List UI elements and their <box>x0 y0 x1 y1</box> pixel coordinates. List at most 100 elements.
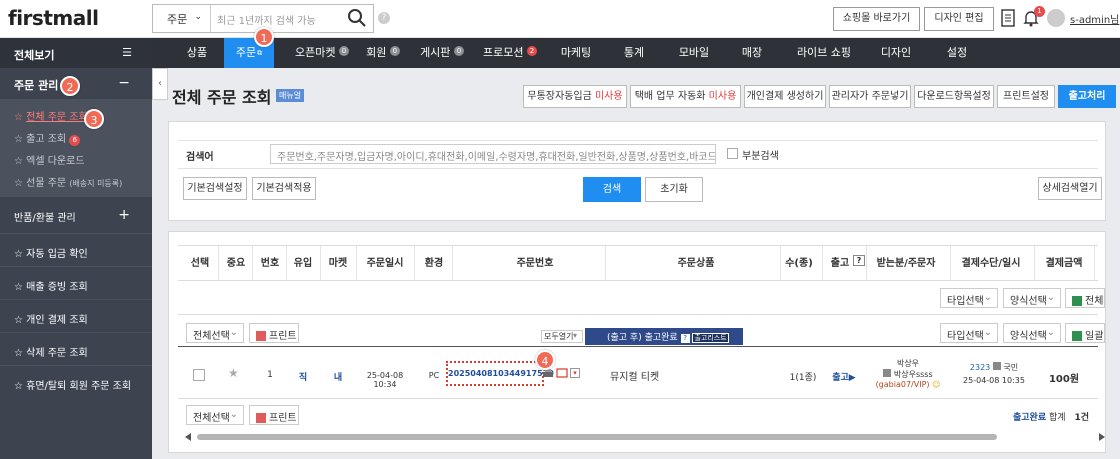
sidebar-item-gift-orders[interactable]: ☆ 선물 주문 (배송지 미등록) <box>0 169 152 191</box>
excel-icon <box>1072 296 1082 306</box>
sidebar-item-all-orders[interactable]: ☆ 전체 주문 조회 <box>0 103 152 125</box>
reset-button[interactable]: 초기화 <box>645 177 703 202</box>
shop-link-button[interactable]: 쇼핑몰 바로가기 <box>833 7 920 31</box>
avatar[interactable] <box>1047 9 1065 27</box>
horizontal-scrollbar[interactable] <box>185 433 1105 441</box>
tab-settings[interactable]: 설정 <box>934 38 980 68</box>
create-personal-pay-button[interactable]: 개인결제 생성하기 <box>744 85 826 108</box>
sidebar-item-shipments[interactable]: ☆ 출고 조회 6 <box>0 125 152 147</box>
auto-deposit-button[interactable]: 무통장자동입금 미사용 <box>523 85 627 108</box>
sidebar-header[interactable]: 전체보기 ☰ <box>0 38 152 68</box>
search-icon[interactable] <box>347 8 367 28</box>
star-icon: ☆ <box>14 348 27 359</box>
step-marker-2: 2 <box>60 76 80 96</box>
tab-board[interactable]: 게시판 0 <box>414 38 470 68</box>
sidebar-item-personal-pay[interactable]: ☆ 개인 결제 조회 <box>0 299 152 332</box>
button-status: 미사용 <box>594 91 623 102</box>
type-select-dropdown[interactable]: 타입선택 ⌄ <box>940 288 998 308</box>
hamburger-icon[interactable]: ☰ <box>122 46 132 59</box>
tab-design[interactable]: 디자인 <box>870 38 922 68</box>
tab-promotion[interactable]: 프로모션 2 <box>478 38 542 68</box>
select-all-dropdown[interactable]: 전체선택 ⌄ <box>186 323 244 343</box>
ship-process-button[interactable]: 출고처리 <box>1058 85 1116 108</box>
col-header-product: 주문상품 <box>677 258 715 269</box>
order-number-link[interactable]: 2025040810344917530 <box>446 361 554 386</box>
open-all-dropdown[interactable]: 모두열기 ▾ <box>541 330 583 343</box>
admin-add-order-button[interactable]: 관리자가 주문넣기 <box>829 85 911 108</box>
sidebar-item-label: 전체 주문 조회 <box>26 112 88 123</box>
sidebar-group-return[interactable]: 반품/환불 관리 + <box>0 197 152 233</box>
payment-method: 국민 <box>1003 363 1019 372</box>
tab-label: 매장 <box>741 46 763 59</box>
type-select-dropdown[interactable]: 타입선택 ⌄ <box>940 323 998 343</box>
tab-label: 마케팅 <box>560 46 592 59</box>
tab-marketing[interactable]: 마케팅 <box>550 38 602 68</box>
search-button[interactable]: 검색 <box>583 177 641 202</box>
help-icon[interactable]: ? <box>680 334 690 343</box>
keyword-input[interactable]: 주문번호,주문자명,입금자명,아이디,휴대전화,이메일,수령자명,휴대전화,일반… <box>270 144 716 164</box>
footer-summary: 출고완료 합계 1건 <box>1013 410 1089 423</box>
print-button[interactable]: 프린트 <box>249 405 299 425</box>
form-select-dropdown[interactable]: 양식선택 ⌄ <box>1003 288 1061 308</box>
help-icon[interactable]: ? <box>853 255 865 266</box>
chevron-down-icon: ⌄ <box>1046 292 1055 303</box>
star-icon[interactable]: ★ <box>228 366 239 380</box>
tab-stats[interactable]: 통계 <box>610 38 658 68</box>
tab-mobile[interactable]: 모바일 <box>670 38 718 68</box>
minus-icon[interactable]: − <box>118 75 130 91</box>
sidebar-item-deleted-orders[interactable]: ☆ 삭제 주문 조회 <box>0 332 152 365</box>
search-type-select[interactable]: 주문 ⌄ <box>153 5 211 32</box>
divider <box>178 346 1098 347</box>
user-menu[interactable]: s-admin님 <box>1070 11 1119 26</box>
window-icon[interactable] <box>556 368 568 379</box>
partial-search-checkbox[interactable] <box>727 148 738 159</box>
select-all-dropdown[interactable]: 전체선택 ⌄ <box>186 405 244 425</box>
row-checkbox[interactable] <box>193 369 205 381</box>
ship-list-link[interactable]: 출고리스트 <box>692 333 729 343</box>
print-icon <box>256 331 266 341</box>
basic-search-apply-button[interactable]: 기본검색적용 <box>252 177 316 200</box>
sidebar-item-receipts[interactable]: ☆ 매출 증빙 조회 <box>0 266 152 299</box>
courier-automation-button[interactable]: 택배 업무 자동화 미사용 <box>630 85 741 108</box>
print-button[interactable]: 프린트 <box>249 323 299 343</box>
brand-logo[interactable]: firstmall <box>8 6 99 30</box>
tab-live-shopping[interactable]: 라이브 쇼핑 <box>786 38 862 68</box>
row-product: 뮤지컬 티켓 <box>610 372 660 383</box>
document-icon[interactable] <box>1001 9 1015 27</box>
col-header-inflow: 유입 <box>293 258 313 269</box>
sidebar-item-auto-deposit[interactable]: ☆ 자동 입금 확인 <box>0 233 152 266</box>
excel-all-download-button[interactable]: 전체다 <box>1065 288 1105 308</box>
sidebar-item-label: 엑셀 다운로드 <box>26 156 85 167</box>
ship-button[interactable]: 출고▶ <box>828 370 860 383</box>
row-orderer-id[interactable]: (gabia07/VIP) ☺ <box>870 380 946 389</box>
tab-label: 회원 <box>366 46 387 59</box>
search-input[interactable]: 최근 1년까지 검색 가능 <box>217 12 316 27</box>
tab-product[interactable]: 상품 <box>172 38 222 68</box>
row-amount: 100원 <box>1048 374 1080 385</box>
plus-icon[interactable]: + <box>118 207 130 223</box>
sidebar-item-dormant-orders[interactable]: ☆ 휴면/탈퇴 회원 주문 조회 <box>0 365 152 398</box>
print-settings-button[interactable]: 프린트설정 <box>997 85 1055 108</box>
expand-row-button[interactable]: ▾ <box>570 368 580 378</box>
help-icon[interactable]: ? <box>378 12 390 24</box>
sidebar-item-note: (배송지 미등록) <box>69 179 123 188</box>
sidebar-item-excel[interactable]: ☆ 엑셀 다운로드 <box>0 147 152 169</box>
detail-search-button[interactable]: 상세검색열기 <box>1038 177 1102 200</box>
excel-bulk-download-button[interactable]: 일괄다 <box>1065 323 1105 343</box>
chevron-left-icon: ‹ <box>158 78 162 89</box>
form-select-dropdown[interactable]: 양식선택 ⌄ <box>1003 323 1061 343</box>
search-type-label: 주문 <box>167 13 188 26</box>
collapse-sidebar-button[interactable]: ‹ <box>152 68 168 100</box>
chevron-down-icon: ⌄ <box>1046 327 1055 338</box>
col-header-env: 환경 <box>424 258 444 269</box>
payment-no[interactable]: 2323 <box>970 363 990 372</box>
design-edit-button[interactable]: 디자인 편집 <box>924 7 994 31</box>
divider <box>178 245 1098 246</box>
tab-member[interactable]: 회원 0 <box>360 38 406 68</box>
basic-search-setting-button[interactable]: 기본검색설정 <box>183 177 247 200</box>
manual-badge[interactable]: 매뉴얼 <box>276 89 305 102</box>
download-settings-button[interactable]: 다운로드항목설정 <box>914 85 994 108</box>
chevron-down-icon: ▾ <box>572 331 577 340</box>
tab-store[interactable]: 매장 <box>730 38 774 68</box>
tab-openmarket[interactable]: 오픈마켓 0 <box>288 38 356 68</box>
